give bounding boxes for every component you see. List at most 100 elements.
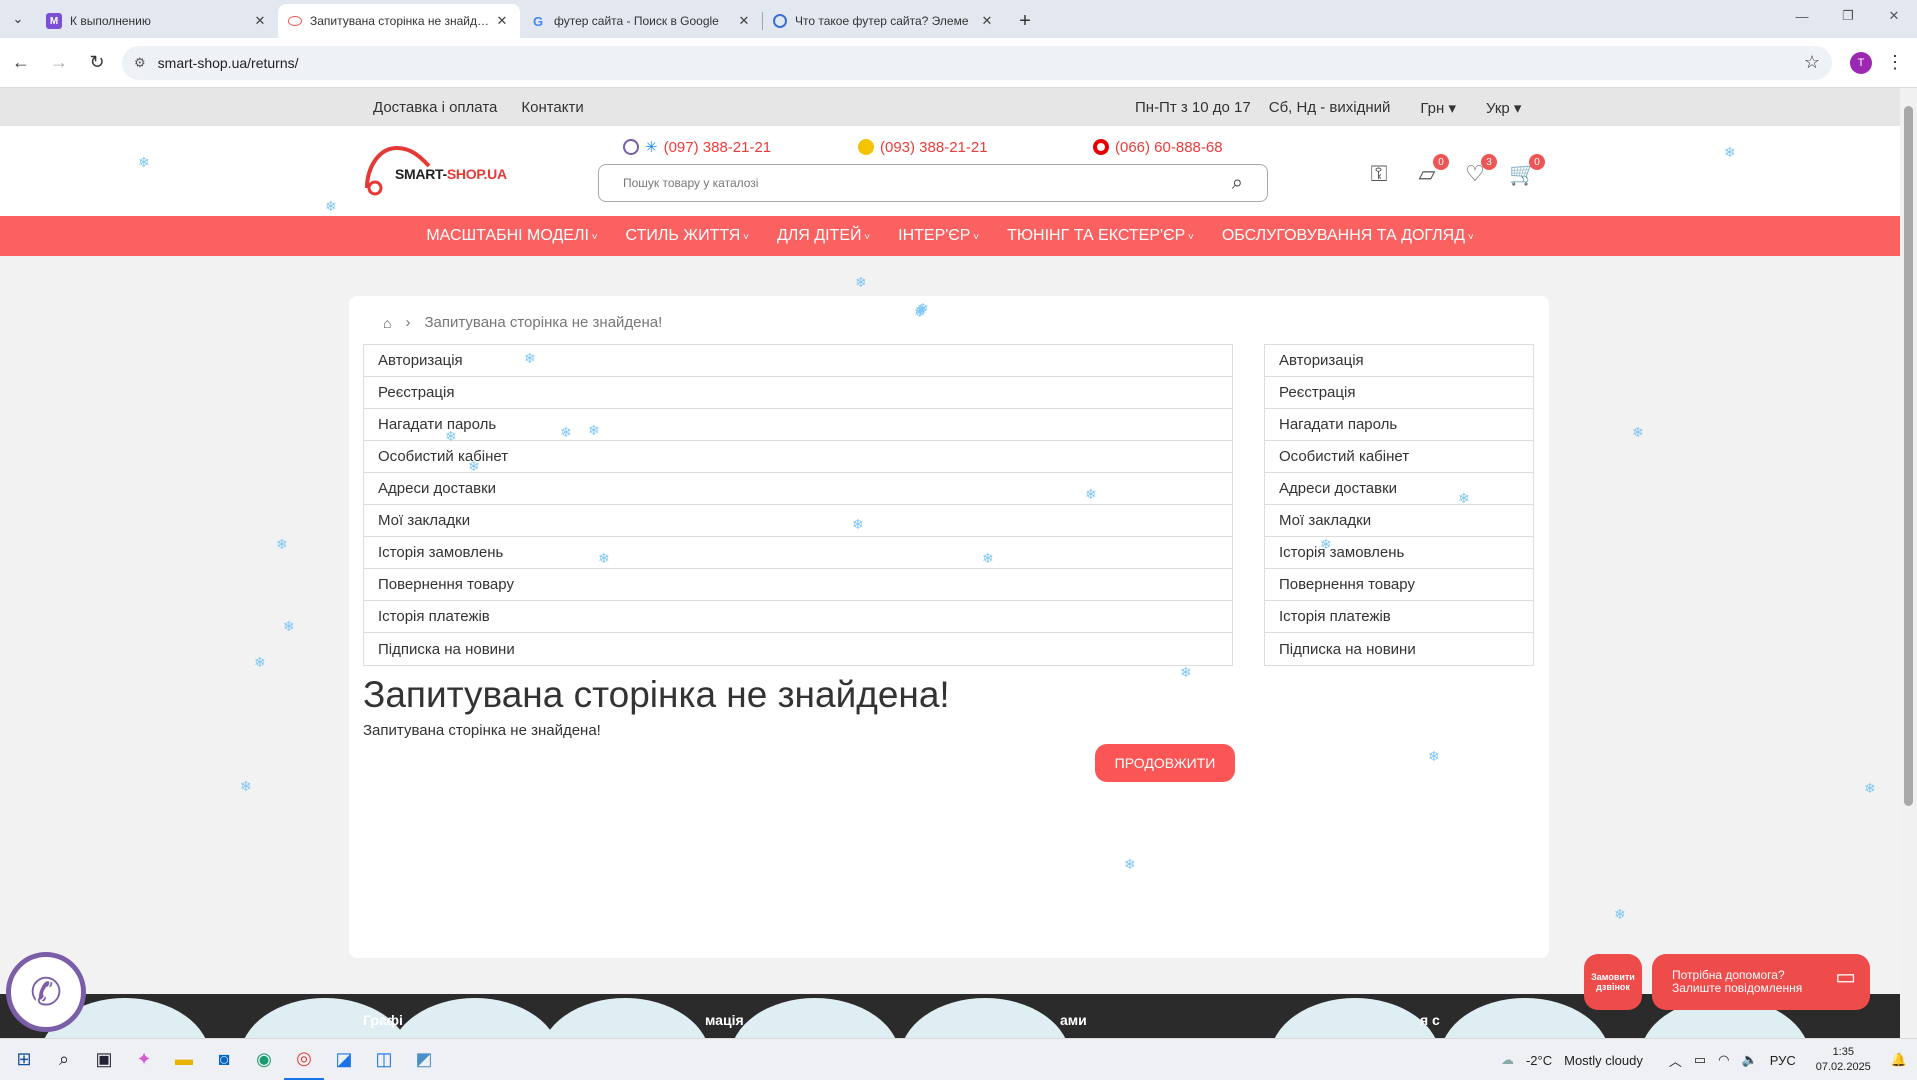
wishlist-heart-icon[interactable]: ♡ 3 <box>1461 154 1497 188</box>
search-icon[interactable]: ⌕ <box>44 1040 84 1080</box>
outlook-icon[interactable]: ◙ <box>204 1040 244 1080</box>
viber-chat-icon[interactable]: ✆ <box>6 952 86 1032</box>
continue-button[interactable]: ПРОДОВЖИТИ <box>1095 744 1235 782</box>
copilot-icon[interactable]: ✦ <box>124 1040 164 1080</box>
search-icon[interactable]: ⌕ <box>1232 172 1243 195</box>
link-forgot-password[interactable]: Нагадати пароль <box>364 409 1232 441</box>
file-explorer-icon[interactable]: ▬ <box>164 1040 204 1080</box>
top-info-strip: Доставка і оплата Контакти Пн-Пт з 10 до… <box>0 88 1900 126</box>
edge-icon[interactable]: ◉ <box>244 1040 284 1080</box>
link-transactions[interactable]: Історія платежів <box>364 601 1232 633</box>
clock-date: 07.02.2025 <box>1815 1061 1871 1073</box>
link-login[interactable]: Авторизація <box>1265 345 1533 377</box>
category-scale-models[interactable]: Масштабні моделі <box>426 227 597 245</box>
tray-chevron-up-icon[interactable]: ︿ <box>1669 1051 1682 1070</box>
link-newsletter[interactable]: Підписка на новини <box>364 633 1232 665</box>
category-lifestyle[interactable]: Стиль життя <box>626 227 749 245</box>
home-icon[interactable]: ⌂ <box>383 315 391 331</box>
battery-icon[interactable]: ▭ <box>1694 1052 1706 1068</box>
link-account[interactable]: Особистий кабінет <box>1265 441 1533 473</box>
link-newsletter[interactable]: Підписка на новини <box>1265 633 1533 665</box>
snowflake-icon: ❄ <box>276 536 288 552</box>
close-icon[interactable]: ✕ <box>736 13 752 29</box>
windows-start-icon[interactable]: ⊞ <box>4 1040 44 1080</box>
weather-temp[interactable]: -2°C <box>1526 1053 1552 1068</box>
close-icon[interactable]: ✕ <box>252 13 268 29</box>
chrome-icon[interactable]: ◎ <box>284 1040 324 1080</box>
cart-icon[interactable]: 🛒 0 <box>1509 154 1545 188</box>
link-register[interactable]: Реєстрація <box>364 377 1232 409</box>
category-kids[interactable]: Для дітей <box>777 227 870 245</box>
link-register[interactable]: Реєстрація <box>1265 377 1533 409</box>
category-maintenance[interactable]: Обслуговування та догляд <box>1222 227 1474 245</box>
bookmark-star-icon[interactable]: ☆ <box>1804 52 1820 73</box>
logo-text-main: SMART- <box>395 166 447 182</box>
weather-text[interactable]: Mostly cloudy <box>1564 1053 1643 1068</box>
site-logo[interactable]: SMART-SHOP.UA <box>363 140 523 200</box>
compare-icon[interactable]: ▱ 0 <box>1413 154 1449 188</box>
category-interior[interactable]: Інтер'єр <box>898 227 979 245</box>
contacts-link[interactable]: Контакти <box>521 99 583 116</box>
link-order-history[interactable]: Історія замовлень <box>364 537 1232 569</box>
link-returns[interactable]: Повернення товару <box>364 569 1232 601</box>
scrollbar-thumb[interactable] <box>1904 106 1913 806</box>
menu-kebab-icon[interactable]: ⋮ <box>1886 52 1904 73</box>
breadcrumb-current[interactable]: Запитувана сторінка не знайдена! <box>424 314 662 331</box>
new-tab-plus-icon[interactable]: + <box>1011 7 1039 35</box>
input-language[interactable]: РУС <box>1770 1053 1796 1068</box>
task-view-icon[interactable]: ▣ <box>84 1040 124 1080</box>
close-icon[interactable]: ✕ <box>494 13 510 29</box>
wishlist-badge: 3 <box>1481 154 1497 170</box>
clock[interactable]: 1:35 07.02.2025 <box>1816 1045 1871 1075</box>
forward-arrow-icon[interactable]: → <box>42 46 76 80</box>
web-page: Доставка і оплата Контакти Пн-Пт з 10 до… <box>0 88 1900 1038</box>
notifications-icon[interactable]: 🔔 <box>1891 1052 1907 1068</box>
weather-cloud-icon[interactable]: ☁ <box>1501 1052 1514 1068</box>
callback-button[interactable]: Замовити дзвінок <box>1584 954 1642 1010</box>
app-icon[interactable]: ◩ <box>404 1040 444 1080</box>
browser-tab-3[interactable]: Что такое футер сайта? Элеме ✕ <box>763 4 1005 38</box>
app-icon[interactable]: ◫ <box>364 1040 404 1080</box>
back-arrow-icon[interactable]: ← <box>4 46 38 80</box>
url-text[interactable]: smart-shop.ua/returns/ <box>158 55 1804 71</box>
tab-search-chevron-icon[interactable]: ⌄ <box>4 5 32 33</box>
link-forgot-password[interactable]: Нагадати пароль <box>1265 409 1533 441</box>
link-account[interactable]: Особистий кабінет <box>364 441 1232 473</box>
reload-icon[interactable]: ↻ <box>80 46 114 80</box>
volume-icon[interactable]: 🔈 <box>1742 1052 1758 1068</box>
phone-number: (093) 388-21-21 <box>880 138 988 156</box>
app-icon[interactable]: ◪ <box>324 1040 364 1080</box>
close-window-icon[interactable]: ✕ <box>1871 0 1917 32</box>
browser-tab-0[interactable]: M К выполнению ✕ <box>36 4 278 38</box>
currency-select[interactable]: Грн ▾ <box>1420 99 1456 117</box>
close-icon[interactable]: ✕ <box>979 13 995 29</box>
phone-kyivstar[interactable]: ✳ (097) 388-21-21 <box>623 138 858 156</box>
link-wishlist[interactable]: Мої закладки <box>364 505 1232 537</box>
search-input[interactable]: Пошук товару у каталозі ⌕ <box>598 164 1268 202</box>
phone-lifecell[interactable]: (093) 388-21-21 <box>858 138 1093 156</box>
browser-tab-1[interactable]: Запитувана сторінка не знайдена! ✕ <box>278 4 520 38</box>
login-key-icon[interactable]: ⚿ <box>1365 160 1393 188</box>
category-tuning[interactable]: Тюнінг та екстер'єр <box>1007 227 1194 245</box>
phone-vodafone[interactable]: (066) 60-888-68 <box>1093 138 1223 156</box>
account-links-main: Авторизація Реєстрація Нагадати пароль О… <box>363 344 1233 666</box>
site-settings-icon[interactable]: ⚙ <box>134 55 146 71</box>
link-addresses[interactable]: Адреси доставки <box>1265 473 1533 505</box>
link-wishlist[interactable]: Мої закладки <box>1265 505 1533 537</box>
link-transactions[interactable]: Історія платежів <box>1265 601 1533 633</box>
profile-avatar[interactable]: T <box>1850 51 1872 74</box>
wifi-icon[interactable]: ◠ <box>1718 1052 1729 1068</box>
browser-tab-2[interactable]: G футер сайта - Поиск в Google ✕ <box>520 4 762 38</box>
help-chat-button[interactable]: Потрібна допомога? Залиште повідомлення … <box>1652 954 1870 1010</box>
link-login[interactable]: Авторизація <box>364 345 1232 377</box>
restore-icon[interactable]: ❐ <box>1825 0 1871 32</box>
link-addresses[interactable]: Адреси доставки <box>364 473 1232 505</box>
link-order-history[interactable]: Історія замовлень <box>1265 537 1533 569</box>
delivery-link[interactable]: Доставка і оплата <box>373 99 497 116</box>
language-select[interactable]: Укр ▾ <box>1486 99 1521 117</box>
chat-bubble-icon: ▭ <box>1835 964 1856 989</box>
link-returns[interactable]: Повернення товару <box>1265 569 1533 601</box>
address-bar[interactable]: ⚙ smart-shop.ua/returns/ ☆ <box>122 45 1832 80</box>
minimize-icon[interactable]: — <box>1779 0 1825 32</box>
page-scrollbar[interactable] <box>1900 88 1917 1038</box>
